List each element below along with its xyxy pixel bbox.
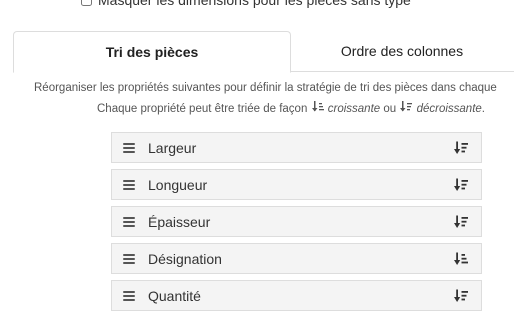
tab-sort-parts[interactable]: Tri des pièces [13,31,291,73]
descending-label: décroissante [416,103,482,115]
property-item-designation[interactable]: Désignation [111,243,482,274]
help-text-line2: Chaque propriété peut être triée de faço… [97,101,514,115]
sort-descending-icon[interactable] [453,214,469,230]
sort-ascending-icon [311,101,324,115]
property-item-length[interactable]: Longueur [111,169,482,200]
drag-handle-icon[interactable] [123,179,135,190]
sort-descending-icon[interactable] [453,177,469,193]
ascending-label: croissante [327,103,381,115]
period: . [481,103,485,115]
property-label: Désignation [148,250,222,267]
help-text-line1: Réorganiser les propriétés suivantes pou… [34,82,497,94]
sort-descending-icon[interactable] [453,140,469,156]
drag-handle-icon[interactable] [123,216,135,227]
tab-column-order-label: Ordre des colonnes [340,43,464,59]
sort-properties-list: Largeur Longueur Épaisseur Désignation Q… [111,132,482,317]
sort-ascending-icon[interactable] [453,251,469,267]
property-label: Largeur [148,139,197,156]
help-text-prefix: Chaque propriété peut être triée de faço… [97,103,308,115]
property-item-thickness[interactable]: Épaisseur [111,206,482,237]
drag-handle-icon[interactable] [123,253,135,264]
or-label: ou [383,103,397,115]
tab-bar: Tri des pièces Ordre des colonnes [13,31,514,73]
property-item-width[interactable]: Largeur [111,132,482,163]
tab-divider [290,71,514,72]
property-label: Longueur [148,176,208,193]
sort-descending-icon[interactable] [453,288,469,304]
hide-dimensions-checkbox[interactable] [81,0,92,6]
hide-dimensions-option[interactable]: Masquer les dimensions pour les pièces s… [81,0,411,9]
drag-handle-icon[interactable] [123,142,135,153]
sort-descending-icon [400,101,413,115]
tab-column-order[interactable]: Ordre des colonnes [290,31,514,71]
property-label: Épaisseur [148,213,211,230]
hide-dimensions-label: Masquer les dimensions pour les pièces s… [98,0,411,8]
tab-sort-parts-label: Tri des pièces [105,44,199,60]
